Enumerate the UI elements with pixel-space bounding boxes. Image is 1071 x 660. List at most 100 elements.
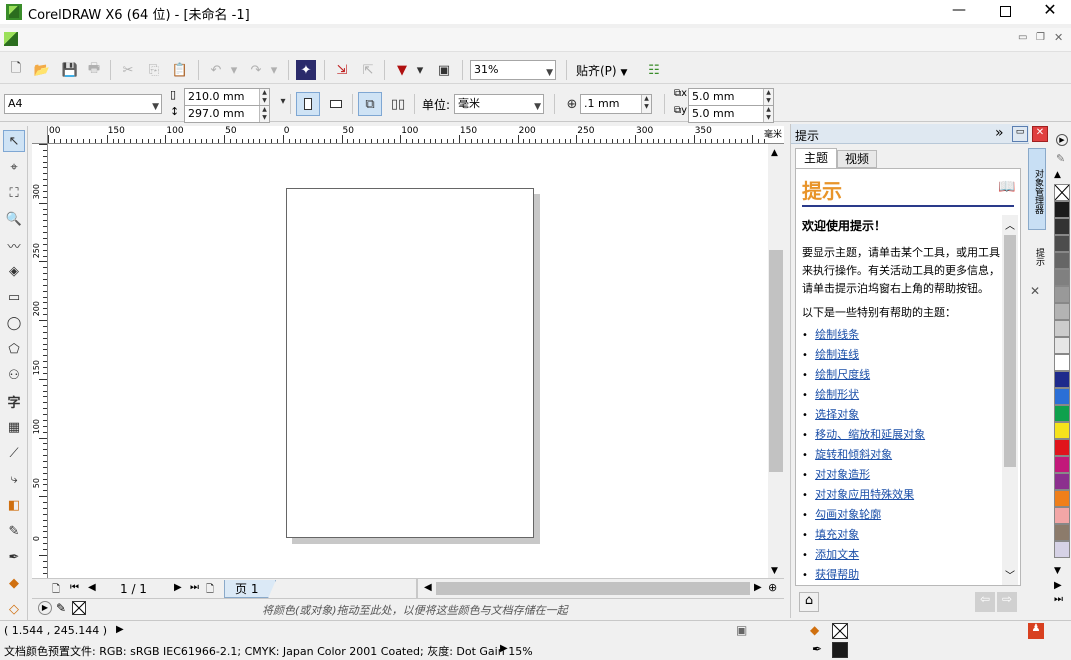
palette-pick-icon[interactable]: ✎ [1056, 152, 1065, 165]
outline-pen-icon[interactable]: ✒ [3, 546, 25, 568]
crop-tool-icon[interactable]: ⛶ [3, 182, 25, 204]
tab-topics[interactable]: 主题 [795, 148, 837, 168]
ruler-origin-icon[interactable] [32, 126, 48, 144]
hint-link[interactable]: 旋转和倾斜对象 [815, 448, 892, 461]
last-page-icon[interactable]: ⏭ [190, 582, 199, 593]
print-icon[interactable]: 🖶 [84, 60, 104, 80]
scroll-down-icon[interactable]: ▼ [771, 566, 778, 576]
palette-swatch[interactable] [1054, 286, 1070, 303]
palette-swatch[interactable] [1054, 320, 1070, 337]
palette-swatch[interactable] [1054, 371, 1070, 388]
palette-swatch[interactable] [1054, 235, 1070, 252]
scroll-up-icon[interactable]: ▲ [771, 148, 778, 158]
new-document-icon[interactable]: 🗋 [6, 60, 26, 80]
basic-shapes-icon[interactable]: ⚇ [3, 364, 25, 386]
prev-page-icon[interactable]: ◀ [88, 582, 96, 593]
export-icon[interactable]: ⇱ [358, 60, 378, 80]
palette-swatch[interactable] [1054, 439, 1070, 456]
interactive-fill-icon[interactable]: ◇ [3, 598, 25, 620]
docker-scroll-thumb[interactable] [1004, 235, 1016, 467]
maximize-button[interactable] [990, 2, 1020, 22]
pick-tool-icon[interactable]: ↖ [3, 130, 25, 152]
hint-link[interactable]: 对对象造形 [815, 468, 870, 481]
hint-link[interactable]: 绘制线条 [815, 328, 859, 341]
hint-link[interactable]: 对对象应用特殊效果 [815, 488, 914, 501]
hint-link[interactable]: 绘制形状 [815, 388, 859, 401]
profile-expand-icon[interactable]: ▶ [500, 643, 508, 654]
no-color-swatch[interactable] [72, 601, 86, 615]
fill-tool-icon[interactable]: ◆ [3, 572, 25, 594]
palette-scroll-end-icon[interactable]: ⏭ [1054, 594, 1063, 605]
add-page-after-icon[interactable]: 🗋 [206, 582, 214, 599]
palette-swatch[interactable] [1054, 490, 1070, 507]
help-book-icon[interactable]: 📖 [998, 179, 1015, 195]
text-tool-icon[interactable]: 字 [3, 390, 25, 412]
palette-swatch[interactable] [1054, 456, 1070, 473]
side-close-icon[interactable]: ✕ [1030, 284, 1040, 298]
page-height-field[interactable]: 297.0 mm ▲ ▼ [184, 105, 270, 123]
interactive-effects-icon[interactable]: ◧ [3, 494, 25, 516]
palette-swatch[interactable] [1054, 507, 1070, 524]
hint-link[interactable]: 勾画对象轮廓 [815, 508, 881, 521]
all-pages-icon[interactable]: ⧉ [358, 92, 382, 116]
add-page-before-icon[interactable]: 🗋 [52, 582, 60, 599]
copy-icon[interactable]: ⎘ [144, 60, 164, 80]
page[interactable] [286, 188, 534, 538]
back-icon[interactable]: ⇦ [975, 592, 995, 612]
portrait-icon[interactable] [296, 92, 320, 116]
palette-swatch[interactable] [1054, 269, 1070, 286]
palette-options-icon[interactable]: ▶ [38, 601, 52, 615]
redo-icon[interactable]: ↷ [246, 60, 266, 80]
nudge-distance-field[interactable]: .1 mm ▲ ▼ [580, 94, 652, 114]
status-expand-icon[interactable]: ▶ [116, 624, 124, 635]
user-icon[interactable]: ♟ [1028, 623, 1044, 639]
object-manager-tab[interactable]: 对象管理器 [1028, 148, 1046, 230]
hint-link[interactable]: 获得帮助 [815, 568, 859, 581]
page-size-select[interactable]: A4 ▼ [4, 94, 162, 114]
snap-to-menu[interactable]: 贴齐(P) ▼ [576, 62, 627, 79]
palette-swatch[interactable] [1054, 541, 1070, 558]
palette-swatch[interactable] [1054, 252, 1070, 269]
tab-videos[interactable]: 视频 [837, 150, 877, 168]
palette-swatch[interactable] [1054, 388, 1070, 405]
horizontal-ruler[interactable]: 00 150 100 50 0 50 100 150 200 250 300 350 毫米 [48, 126, 784, 144]
palette-down-icon[interactable]: ▼ [1054, 566, 1061, 576]
palette-expand-icon[interactable]: ▶ [1054, 580, 1062, 591]
palette-swatch[interactable] [1054, 422, 1070, 439]
snapshot-icon[interactable]: ▣ [736, 623, 747, 637]
current-page-icon[interactable]: ▯▯ [386, 92, 410, 116]
dimension-tool-icon[interactable]: ⟋ [3, 442, 25, 464]
palette-swatch[interactable] [1054, 337, 1070, 354]
vertical-scroll-thumb[interactable] [769, 250, 783, 472]
duplicate-y-field[interactable]: 5.0 mm ▲ ▼ [688, 105, 774, 123]
docker-close-icon[interactable]: ✕ [1032, 126, 1048, 142]
hint-link[interactable]: 选择对象 [815, 408, 859, 421]
table-tool-icon[interactable]: ▦ [3, 416, 25, 438]
palette-swatch[interactable] [1054, 218, 1070, 235]
docker-scrollbar[interactable]: ︿ ﹀ [1002, 215, 1018, 585]
palette-swatch[interactable] [1054, 354, 1070, 371]
search-content-icon[interactable]: ✦ [296, 60, 316, 80]
palette-swatch[interactable] [1054, 201, 1070, 218]
cut-icon[interactable]: ✂ [118, 60, 138, 80]
docker-expand-icon[interactable]: » [995, 125, 1004, 141]
options-icon[interactable]: ☷ [644, 60, 664, 80]
hint-link[interactable]: 添加文本 [815, 548, 859, 561]
application-launcher-icon[interactable]: ▼ [392, 60, 412, 80]
welcome-screen-icon[interactable]: ▣ [434, 60, 454, 80]
doc-restore-icon[interactable]: ❐ [1036, 32, 1045, 43]
units-select[interactable]: 毫米 ▼ [454, 94, 544, 114]
next-page-icon[interactable]: ▶ [174, 582, 182, 593]
minimize-button[interactable]: — [944, 2, 974, 22]
duplicate-x-field[interactable]: 5.0 mm ▲ ▼ [688, 88, 774, 106]
palette-swatch[interactable] [1054, 184, 1070, 201]
smart-fill-icon[interactable]: ◈ [3, 260, 25, 282]
open-icon[interactable]: 📂 [32, 60, 52, 80]
zoom-tool-icon[interactable]: 🔍 [3, 208, 25, 230]
close-button[interactable]: ✕ [1035, 0, 1065, 22]
first-page-icon[interactable]: ⏮ [70, 582, 79, 593]
vertical-ruler[interactable]: 300 250 200 150 100 50 0 [32, 144, 48, 578]
landscape-icon[interactable] [324, 92, 348, 116]
palette-menu-icon[interactable]: ▶ [1056, 134, 1068, 146]
ellipse-tool-icon[interactable]: ◯ [3, 312, 25, 334]
